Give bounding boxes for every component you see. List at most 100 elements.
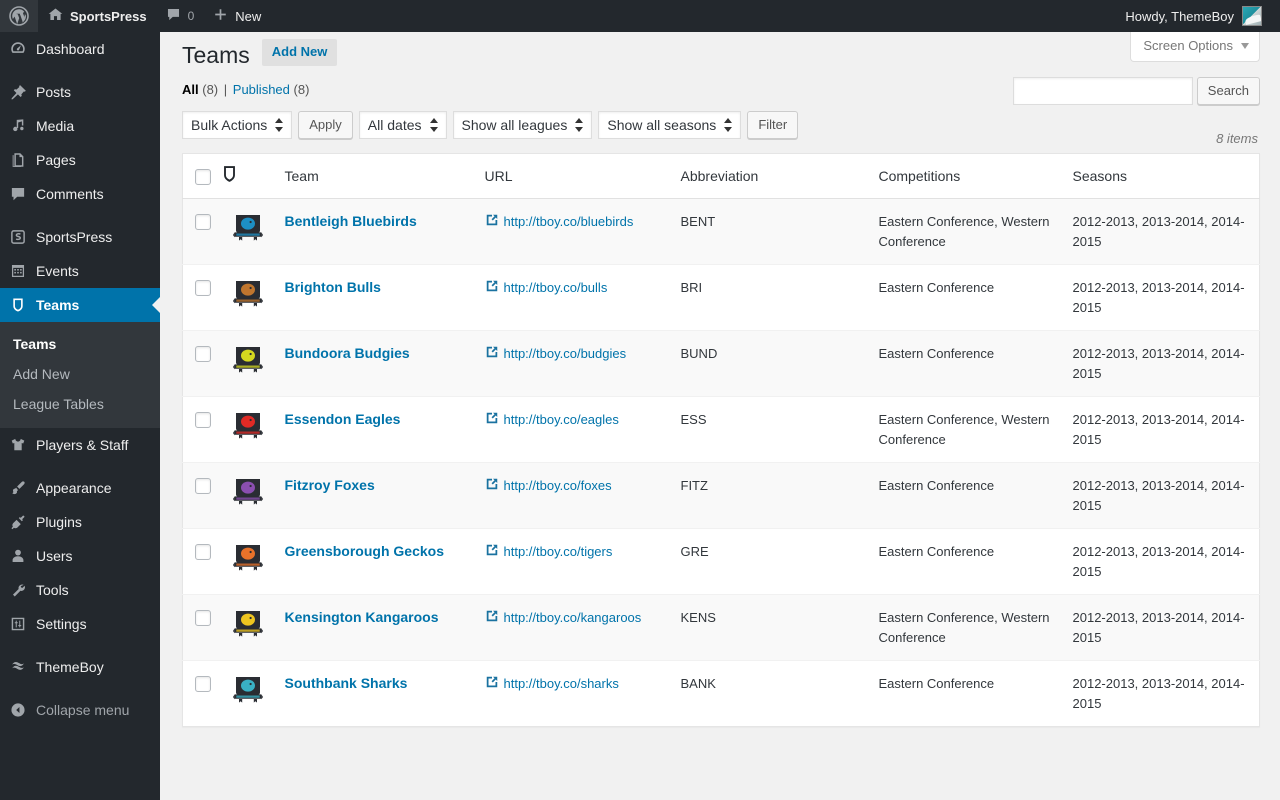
sidebar-item-pages[interactable]: Pages — [0, 143, 160, 177]
screen-options-toggle[interactable]: Screen Options — [1130, 32, 1260, 62]
team-name-link[interactable]: Bundoora Budgies — [285, 345, 410, 361]
add-new-button[interactable]: Add New — [261, 39, 338, 66]
apply-button[interactable]: Apply — [298, 111, 353, 139]
row-checkbox[interactable] — [195, 412, 211, 428]
sidebar-item-label: Users — [36, 547, 73, 564]
sidebar-item-plugins[interactable]: Plugins — [0, 505, 160, 539]
select-arrows-icon — [275, 118, 284, 132]
sidebar-item-dashboard[interactable]: Dashboard — [0, 32, 160, 66]
row-seasons-cell: 2012-2013, 2013-2014, 2014-2015 — [1062, 594, 1260, 661]
row-url-cell: http://tboy.co/foxes — [474, 462, 671, 529]
comment-bubble-icon — [165, 6, 182, 26]
sidebar-item-settings[interactable]: Settings — [0, 607, 160, 641]
sidebar-item-players-staff[interactable]: Players & Staff — [0, 428, 160, 462]
row-logo-cell — [220, 462, 275, 529]
view-published-label[interactable]: Published — [233, 82, 290, 97]
table-row: Brighton Bulls http://tboy.co/bulls BRI … — [182, 264, 1260, 331]
submenu-item-add-new[interactable]: Add New — [0, 359, 160, 389]
sidebar-item-appearance[interactable]: Appearance — [0, 471, 160, 505]
team-name-link[interactable]: Fitzroy Foxes — [285, 477, 375, 493]
table-row: Fitzroy Foxes http://tboy.co/foxes FITZ … — [182, 462, 1260, 529]
seasons-select[interactable]: Show all seasons — [598, 111, 742, 139]
bulk-actions-select[interactable]: Bulk Actions — [182, 111, 293, 139]
view-all-count: (8) — [202, 82, 219, 97]
sidebar-item-label: ThemeBoy — [36, 658, 104, 675]
select-all-checkbox[interactable] — [195, 169, 211, 185]
sidebar-item-themeboy[interactable]: ThemeBoy — [0, 650, 160, 684]
team-url-link[interactable]: http://tboy.co/kangaroos — [504, 608, 642, 628]
row-checkbox[interactable] — [195, 676, 211, 692]
team-name-link[interactable]: Kensington Kangaroos — [285, 609, 439, 625]
view-all[interactable]: All (8) — [182, 82, 218, 97]
sidebar-item-users[interactable]: Users — [0, 539, 160, 573]
new-content-button[interactable]: New — [203, 0, 270, 32]
view-all-label[interactable]: All — [182, 82, 199, 97]
row-competitions-cell: Eastern Conference — [868, 462, 1063, 529]
filter-button[interactable]: Filter — [747, 111, 799, 139]
team-name-link[interactable]: Bentleigh Bluebirds — [285, 213, 417, 229]
team-url-link[interactable]: http://tboy.co/eagles — [504, 410, 619, 430]
sidebar-item-posts[interactable]: Posts — [0, 75, 160, 109]
row-select-cell — [182, 330, 221, 397]
row-select-cell — [183, 199, 221, 265]
external-link-icon — [485, 411, 499, 431]
team-url-link[interactable]: http://tboy.co/bluebirds — [504, 212, 634, 232]
howdy-label: Howdy, ThemeBoy — [1125, 8, 1234, 24]
row-checkbox[interactable] — [195, 478, 211, 494]
team-url-link[interactable]: http://tboy.co/sharks — [504, 674, 619, 694]
sidebar-item-comments[interactable]: Comments — [0, 177, 160, 211]
view-filter-links: All (8) | Published (8) — [182, 82, 309, 97]
foxes-crest-icon — [232, 479, 263, 505]
leagues-select[interactable]: Show all leagues — [452, 111, 593, 139]
comment-bubble-icon — [0, 185, 36, 203]
site-name-button[interactable]: SportsPress — [38, 0, 156, 32]
sidebar-item-media[interactable]: Media — [0, 109, 160, 143]
external-link-icon — [485, 675, 499, 695]
team-name-link[interactable]: Southbank Sharks — [285, 675, 408, 691]
row-checkbox[interactable] — [195, 214, 211, 230]
team-url-link[interactable]: http://tboy.co/tigers — [504, 542, 613, 562]
row-checkbox[interactable] — [195, 610, 211, 626]
collapse-menu-button[interactable]: Collapse menu — [0, 693, 160, 727]
kangaroos-crest-icon — [232, 608, 264, 640]
sidebar-item-events[interactable]: Events — [0, 254, 160, 288]
row-checkbox[interactable] — [195, 346, 211, 362]
external-link-icon — [485, 477, 499, 497]
wordpress-logo-button[interactable] — [0, 0, 38, 32]
comments-button[interactable]: 0 — [156, 0, 204, 32]
view-published[interactable]: Published (8) — [233, 82, 310, 97]
column-url: URL — [474, 153, 671, 199]
column-competitions: Competitions — [868, 153, 1063, 199]
bluebirds-crest-icon — [232, 215, 263, 241]
avatar — [1242, 6, 1262, 26]
team-url-link[interactable]: http://tboy.co/bulls — [504, 278, 608, 298]
row-competitions-cell: Eastern Conference — [868, 330, 1063, 397]
sidebar-item-sportspress[interactable]: SportsPress — [0, 220, 160, 254]
row-abbreviation-cell: KENS — [670, 594, 869, 661]
search-input[interactable] — [1012, 77, 1193, 105]
dates-select[interactable]: All dates — [358, 111, 447, 139]
submenu-item-league-tables[interactable]: League Tables — [0, 389, 160, 419]
team-name-link[interactable]: Brighton Bulls — [285, 279, 381, 295]
kangaroos-crest-icon — [232, 611, 263, 637]
sidebar-item-teams[interactable]: Teams — [0, 288, 160, 322]
submenu-item-teams[interactable]: Teams — [0, 329, 160, 359]
row-team-cell: Greensborough Geckos — [274, 528, 475, 595]
team-name-link[interactable]: Essendon Eagles — [285, 411, 401, 427]
account-menu[interactable]: Howdy, ThemeBoy — [1117, 0, 1270, 32]
wordpress-logo-icon — [9, 6, 29, 29]
row-seasons-cell: 2012-2013, 2013-2014, 2014-2015 — [1062, 528, 1260, 595]
team-url-link[interactable]: http://tboy.co/budgies — [504, 344, 627, 364]
team-url-link[interactable]: http://tboy.co/foxes — [504, 476, 612, 496]
row-competitions-cell: Eastern Conference — [868, 264, 1063, 331]
search-button[interactable]: Search — [1196, 77, 1260, 105]
wrench-icon — [0, 581, 36, 599]
dashboard-icon — [0, 40, 36, 58]
sidebar-item-tools[interactable]: Tools — [0, 573, 160, 607]
team-name-link[interactable]: Greensborough Geckos — [285, 543, 444, 559]
row-select-cell — [182, 660, 221, 727]
row-checkbox[interactable] — [195, 280, 211, 296]
column-team[interactable]: Team — [274, 153, 475, 199]
row-team-cell: Bentleigh Bluebirds — [275, 199, 475, 265]
row-checkbox[interactable] — [195, 544, 211, 560]
